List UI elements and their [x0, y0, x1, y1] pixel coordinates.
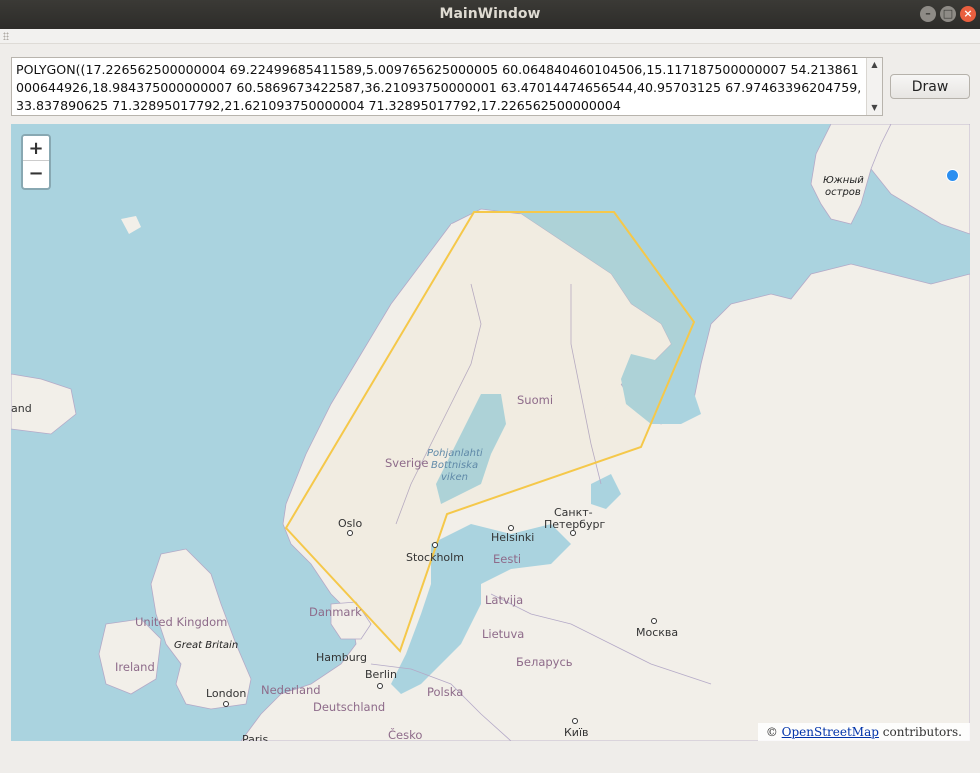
map-label-stockholm: Stockholm	[406, 551, 464, 564]
zoom-in-button[interactable]: +	[23, 136, 49, 161]
attribution-suffix: contributors.	[878, 725, 962, 739]
map-label-hamburg: Hamburg	[316, 651, 367, 664]
city-dot-spb	[570, 530, 576, 536]
map-label-uk: United Kingdom	[135, 615, 228, 629]
zoom-out-button[interactable]: −	[23, 161, 49, 186]
map-label-spb-2: Петербург	[544, 518, 606, 531]
map-label-yuzhny-2: остров	[825, 187, 861, 198]
title-bar: MainWindow – □ ×	[0, 0, 980, 29]
city-dot-berlin	[377, 683, 383, 689]
map-label-cesko: Česko	[388, 728, 423, 741]
location-marker-icon[interactable]	[946, 169, 959, 182]
map-view[interactable]: + − and Южный остров Suomi Sverige Pohja…	[11, 124, 970, 741]
city-dot-helsinki	[508, 525, 514, 531]
map-label-nederland: Nederland	[261, 683, 321, 697]
map-label-eesti: Eesti	[493, 552, 522, 566]
map-label-deutschland: Deutschland	[313, 700, 386, 714]
maximize-button[interactable]: □	[940, 6, 956, 22]
map-attribution: © OpenStreetMap contributors.	[757, 723, 970, 741]
map-label-latvija: Latvija	[485, 593, 524, 607]
attribution-prefix: ©	[765, 725, 782, 739]
editor-scrollbar[interactable]: ▲ ▼	[866, 58, 882, 115]
map-label-helsinki: Helsinki	[491, 531, 535, 544]
map-label-moskva: Москва	[636, 626, 679, 639]
map-label-lietuva: Lietuva	[482, 627, 525, 641]
map-label-suomi: Suomi	[517, 393, 554, 407]
wkt-text-editor[interactable]: POLYGON((17.226562500000004 69.224996854…	[11, 57, 883, 116]
city-dot-stockholm	[432, 542, 438, 548]
map-label-bothnia-1: Pohjanlahti	[427, 448, 483, 459]
toolbar-area	[0, 29, 980, 44]
wkt-text[interactable]: POLYGON((17.226562500000004 69.224996854…	[16, 61, 866, 115]
toolbar-grip-icon[interactable]	[3, 32, 9, 40]
map-label-belarus: Беларусь	[516, 655, 573, 669]
close-button[interactable]: ×	[960, 6, 976, 22]
city-dot-london	[223, 701, 229, 707]
map-label-kyiv: Київ	[564, 726, 589, 739]
map-label-yuzhny-1: Южный	[823, 175, 864, 186]
map-label-sverige: Sverige	[385, 456, 429, 470]
map-label-gb: Great Britain	[174, 640, 239, 651]
map-label-berlin: Berlin	[365, 668, 397, 681]
openstreetmap-link[interactable]: OpenStreetMap	[782, 725, 879, 739]
city-dot-oslo	[347, 530, 353, 536]
map-label-ireland: Ireland	[115, 660, 155, 674]
map-label-iceland: and	[11, 402, 32, 415]
map-label-danmark: Danmark	[309, 605, 362, 619]
map-label-oslo: Oslo	[338, 517, 363, 530]
map-label-bothnia-2: Bottniska	[431, 460, 479, 471]
zoom-control: + −	[21, 134, 51, 190]
map-label-bothnia-3: viken	[441, 472, 468, 483]
city-dot-moskva	[651, 618, 657, 624]
window-title: MainWindow	[439, 6, 541, 22]
minimize-button[interactable]: –	[920, 6, 936, 22]
map-label-london: London	[206, 687, 247, 700]
map-tiles	[11, 124, 970, 741]
map-label-paris: Paris	[242, 733, 269, 741]
map-label-polska: Polska	[427, 685, 464, 699]
city-dot-kyiv	[572, 718, 578, 724]
draw-button[interactable]: Draw	[890, 74, 970, 99]
scroll-down-icon[interactable]: ▼	[867, 101, 882, 115]
scroll-up-icon[interactable]: ▲	[867, 58, 882, 72]
